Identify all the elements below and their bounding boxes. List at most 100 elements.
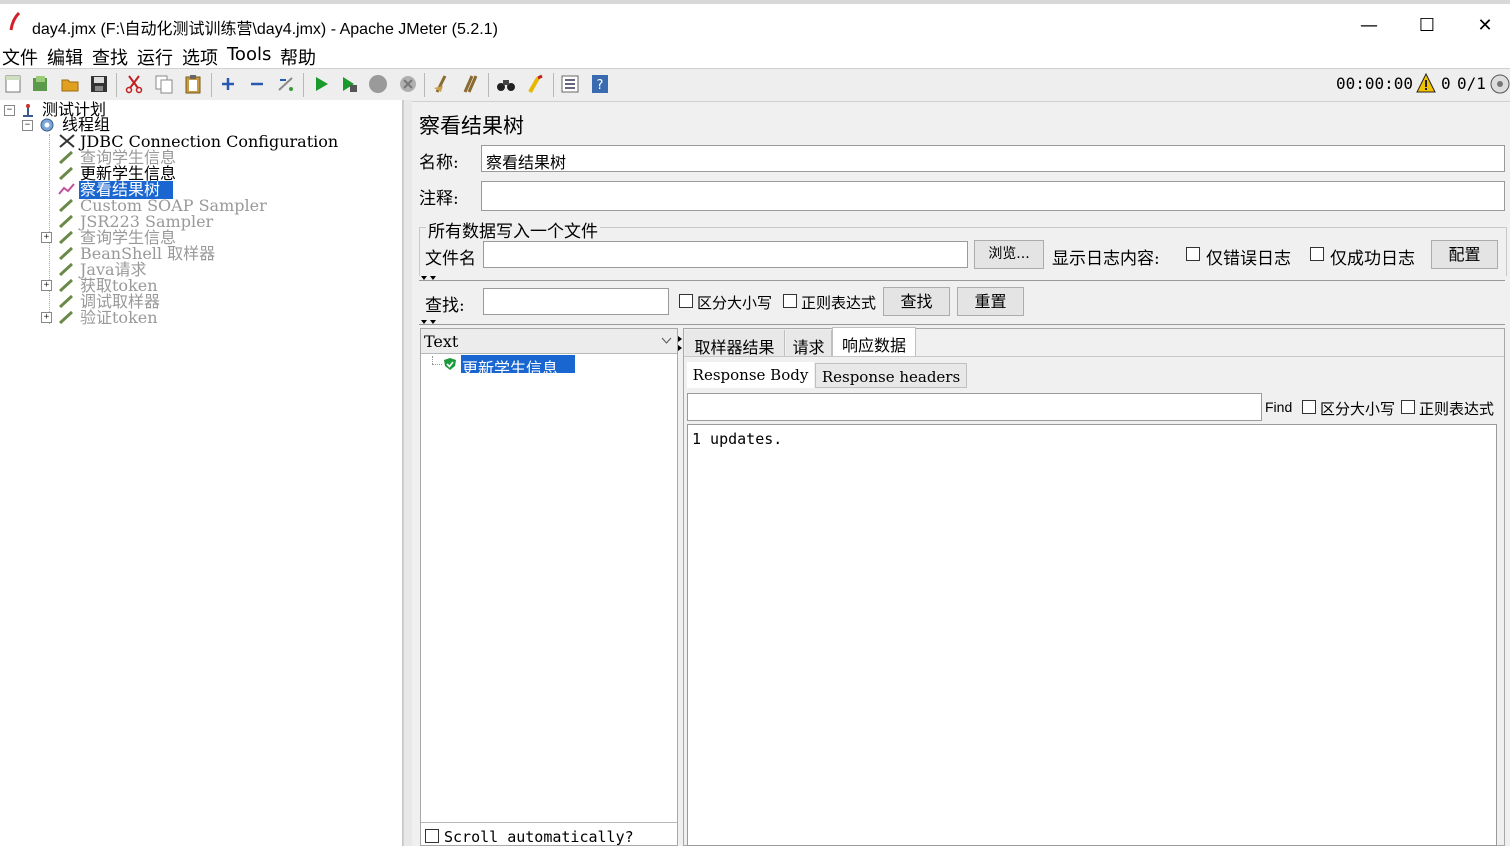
save-icon[interactable] (89, 74, 109, 94)
expand-toggle[interactable]: + (41, 280, 52, 291)
menu-tools[interactable]: Tools (227, 44, 271, 65)
reset-button[interactable]: 重置 (957, 287, 1024, 316)
collapse-arrows-icon[interactable] (420, 319, 440, 327)
search-regex-label: 正则表达式 (801, 294, 877, 312)
collapse-arrows-icon[interactable] (420, 275, 440, 283)
sampler-pencil-icon (58, 166, 74, 180)
expand-icon[interactable] (218, 74, 238, 94)
search-case-checkbox[interactable] (679, 294, 693, 308)
run-status-icon (1490, 74, 1510, 94)
menu-help[interactable]: 帮助 (280, 44, 316, 70)
subtab-response-headers[interactable]: Response headers (815, 363, 967, 388)
clear-all-icon[interactable] (460, 74, 480, 94)
response-case-label: 区分大小写 (1320, 400, 1396, 418)
scroll-auto-checkbox[interactable] (425, 829, 439, 843)
help-icon[interactable]: ? (590, 74, 610, 94)
expand-toggle[interactable]: + (41, 232, 52, 243)
log-content-label: 显示日志内容: (1052, 249, 1160, 269)
maximize-button[interactable]: ☐ (1404, 10, 1450, 42)
elapsed-timer: 00:00:00 (1336, 74, 1414, 93)
shutdown-icon[interactable] (398, 74, 418, 94)
find-button[interactable]: 查找 (883, 287, 950, 316)
browse-button[interactable]: 浏览... (974, 240, 1044, 269)
response-regex-checkbox[interactable] (1401, 400, 1415, 414)
jmeter-feather-icon (9, 12, 21, 31)
name-field[interactable]: 察看结果树 (481, 145, 1505, 172)
sampler-pencil-icon (58, 198, 74, 212)
toggle-icon[interactable] (276, 74, 296, 94)
thread-group-collapse-toggle[interactable]: − (22, 120, 33, 131)
sampler-pencil-icon (58, 262, 74, 276)
title-bar: day4.jmx (F:\自动化测试训练营\day4.jmx) - Apache… (0, 0, 1510, 44)
response-find-label: Find (1265, 399, 1293, 415)
start-no-pause-icon[interactable] (339, 74, 359, 94)
collapse-icon[interactable] (247, 74, 267, 94)
function-helper-icon[interactable] (560, 74, 580, 94)
sampler-pencil-icon (58, 278, 74, 292)
templates-icon[interactable] (30, 74, 50, 94)
search-input[interactable] (483, 288, 669, 315)
configure-button[interactable]: 配置 (1431, 240, 1498, 269)
reset-search-icon[interactable] (526, 74, 546, 94)
chevron-down-icon (661, 337, 672, 344)
comment-label: 注释: (419, 189, 459, 209)
comment-field[interactable] (481, 181, 1505, 211)
open-icon[interactable] (60, 74, 80, 94)
page-title: 察看结果树 (419, 114, 524, 138)
jdbc-config-icon (59, 134, 75, 148)
window-title: day4.jmx (F:\自动化测试训练营\day4.jmx) - Apache… (32, 21, 498, 38)
name-label: 名称: (419, 153, 459, 173)
close-button[interactable]: ✕ (1462, 10, 1508, 42)
test-plan-tree[interactable]: − 测试计划 − 线程组 JDBC Connection Configurati… (0, 100, 403, 846)
warning-count: 0 (1441, 74, 1451, 93)
cut-icon[interactable] (124, 74, 144, 94)
root-collapse-toggle[interactable]: − (4, 105, 15, 116)
tab-response-data[interactable]: 响应数据 (832, 327, 916, 357)
renderer-select[interactable]: Text (421, 329, 677, 354)
sampler-pencil-icon (58, 246, 74, 260)
response-case-checkbox[interactable] (1302, 400, 1316, 414)
tree-node-thread-group[interactable]: 线程组 (62, 117, 110, 133)
success-only-label: 仅成功日志 (1330, 249, 1415, 269)
menu-run[interactable]: 运行 (137, 44, 173, 70)
success-only-checkbox[interactable] (1310, 247, 1324, 261)
filename-field[interactable] (483, 241, 968, 268)
active-threads: 0/1 (1457, 74, 1486, 93)
tree-node-verify-token[interactable]: 验证token (80, 310, 158, 326)
errors-only-label: 仅错误日志 (1206, 249, 1291, 269)
minimize-button[interactable]: — (1346, 10, 1392, 42)
stop-icon[interactable] (368, 74, 388, 94)
start-icon[interactable] (311, 74, 331, 94)
subtab-response-body[interactable]: Response Body (687, 362, 814, 388)
sampler-pencil-icon (58, 214, 74, 228)
filename-label: 文件名 (425, 249, 476, 269)
main-splitter[interactable] (403, 100, 412, 846)
search-case-label: 区分大小写 (697, 294, 773, 312)
tab-request[interactable]: 请求 (786, 330, 832, 357)
listener-chart-icon (58, 183, 75, 195)
expand-toggle[interactable]: + (41, 312, 52, 323)
menu-edit[interactable]: 编辑 (47, 44, 83, 70)
result-sample-item[interactable]: 更新学生信息 (462, 355, 558, 379)
renderer-value: Text (424, 332, 459, 351)
sampler-pencil-icon (58, 294, 74, 308)
paste-icon[interactable] (183, 74, 203, 94)
copy-icon[interactable] (154, 74, 174, 94)
errors-only-checkbox[interactable] (1186, 247, 1200, 261)
tab-sampler-result[interactable]: 取样器结果 (685, 330, 785, 357)
clear-icon[interactable] (431, 74, 451, 94)
warning-icon[interactable] (1416, 73, 1436, 93)
menu-file[interactable]: 文件 (2, 44, 38, 70)
sampler-pencil-icon (58, 150, 74, 164)
response-body-textarea[interactable]: 1 updates. (687, 424, 1497, 846)
search-regex-checkbox[interactable] (783, 294, 797, 308)
new-icon[interactable] (3, 74, 23, 94)
menu-search[interactable]: 查找 (92, 44, 128, 70)
response-find-input[interactable] (687, 393, 1262, 421)
thread-group-gear-icon (40, 118, 54, 132)
response-regex-label: 正则表达式 (1419, 400, 1495, 418)
toolbar: ? 00:00:00 0 0/1 (0, 68, 1510, 102)
search-label: 查找: (425, 296, 465, 316)
search-binoculars-icon[interactable] (496, 74, 516, 94)
menu-options[interactable]: 选项 (182, 44, 218, 70)
